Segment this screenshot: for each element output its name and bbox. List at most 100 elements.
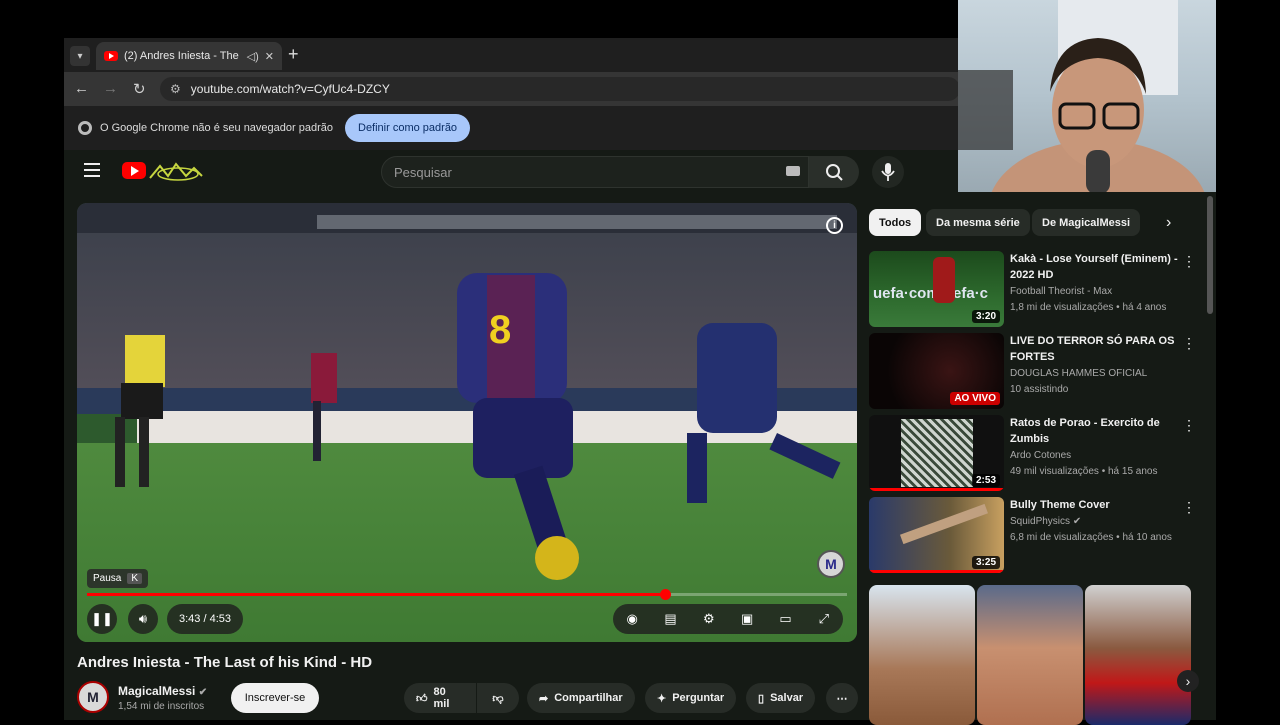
recommendation-title[interactable]: Kakà - Lose Yourself (Eminem) - 2022 HD: [1010, 251, 1190, 283]
short-thumbnail[interactable]: [869, 585, 975, 725]
recommendation-channel[interactable]: Ardo Cotones: [1010, 450, 1071, 461]
channel-avatar[interactable]: M: [77, 681, 109, 713]
recommendation-meta: 10 assistindo: [1010, 384, 1069, 395]
menu-icon[interactable]: [84, 163, 100, 177]
autoplay-toggle-icon[interactable]: ◉: [621, 608, 643, 630]
channel-watermark-icon[interactable]: M: [817, 550, 845, 578]
recommendation-item[interactable]: 3:25 Bully Theme Cover SquidPhysics ✔ 6,…: [869, 497, 1209, 575]
subtitles-icon[interactable]: ▤: [659, 608, 681, 630]
ask-label: Perguntar: [672, 692, 725, 704]
tab-title: (2) Andres Iniesta - The Last of his Kin…: [124, 50, 241, 62]
webcam-overlay: [958, 0, 1216, 192]
settings-icon[interactable]: ⚙: [698, 608, 720, 630]
microphone-icon: [881, 163, 895, 181]
cast-icon[interactable]: ▭: [774, 608, 796, 630]
youtube-favicon-icon: [104, 51, 118, 61]
voice-search-button[interactable]: [872, 156, 904, 188]
keyboard-icon[interactable]: [786, 166, 800, 176]
time-text: 3:43 / 4:53: [179, 613, 231, 625]
progress-bar[interactable]: [87, 589, 847, 600]
thumbs-down-icon: 👎︎: [492, 692, 504, 705]
recommendation-meta: 6,8 mi de visualizações • há 10 anos: [1010, 532, 1172, 543]
subscribe-button[interactable]: Inscrever-se: [231, 683, 319, 713]
chip-channel[interactable]: De MagicalMessi: [1032, 209, 1141, 236]
short-thumbnail[interactable]: [1085, 585, 1191, 725]
sidebar-scrollbar[interactable]: [1207, 196, 1213, 314]
forward-icon[interactable]: →: [103, 80, 118, 97]
recommendation-channel-text: SquidPhysics: [1010, 516, 1071, 527]
recommendation-title[interactable]: Ratos de Porao - Exercito de Zumbis: [1010, 415, 1190, 447]
more-options-icon[interactable]: ⋮: [1182, 253, 1196, 270]
pause-button[interactable]: ❚❚: [87, 604, 117, 634]
more-options-icon[interactable]: ⋮: [1182, 335, 1196, 352]
chip-same-series[interactable]: Da mesma série: [926, 209, 1030, 236]
video-thumbnail[interactable]: uefa·com uefa·c 3:20: [869, 251, 1004, 327]
subscriber-count: 1,54 mi de inscritos: [118, 701, 205, 712]
chrome-icon: [78, 121, 92, 135]
recommendation-item[interactable]: 2:53 Ratos de Porao - Exercito de Zumbis…: [869, 415, 1209, 493]
ask-button[interactable]: ✦ Perguntar: [645, 683, 737, 713]
chips-next-icon[interactable]: ›: [1166, 214, 1171, 232]
miniplayer-icon[interactable]: ▣: [736, 608, 758, 630]
sparkle-icon: ✦: [657, 692, 667, 705]
dislike-button[interactable]: 👎︎: [477, 683, 519, 713]
more-options-icon[interactable]: ⋮: [1182, 499, 1196, 516]
set-default-button[interactable]: Definir como padrão: [345, 114, 471, 142]
chip-all[interactable]: Todos: [869, 209, 922, 236]
browser-tab[interactable]: (2) Andres Iniesta - The Last of his Kin…: [96, 42, 282, 70]
back-icon[interactable]: ←: [74, 80, 89, 97]
search-placeholder: Pesquisar: [394, 164, 452, 180]
search-button[interactable]: [809, 156, 859, 188]
share-button[interactable]: ➦ Compartilhar: [527, 683, 635, 713]
recommendation-title[interactable]: Bully Theme Cover: [1010, 497, 1190, 513]
recommendation-channel[interactable]: DOUGLAS HAMMES OFICIAL: [1010, 368, 1147, 379]
video-title: Andres Iniesta - The Last of his Kind - …: [77, 654, 373, 671]
address-bar[interactable]: ⚙ youtube.com/watch?v=CyfUc4-DZCY: [160, 77, 960, 101]
recommendation-channel[interactable]: Football Theorist - Max: [1010, 286, 1112, 297]
recommendation-meta: 49 mil visualizações • há 15 anos: [1010, 466, 1158, 477]
verified-icon: ✔: [198, 687, 208, 698]
recommendation-item[interactable]: uefa·com uefa·c 3:20 Kakà - Lose Yoursel…: [869, 251, 1209, 329]
fullscreen-icon[interactable]: ⤢: [813, 608, 835, 630]
new-tab-icon[interactable]: +: [288, 44, 299, 65]
video-info-icon[interactable]: i: [826, 217, 843, 234]
recommendation-item[interactable]: AO VIVO LIVE DO TERROR SÓ PARA OS FORTES…: [869, 333, 1209, 411]
volume-icon: 🔊︎: [138, 611, 148, 626]
bookmark-icon: ▯: [758, 692, 765, 705]
share-icon: ➦: [539, 692, 549, 705]
thumbs-up-icon: 👍︎: [416, 692, 428, 705]
channel-name[interactable]: MagicalMessi ✔: [118, 684, 207, 698]
recommendation-title[interactable]: LIVE DO TERROR SÓ PARA OS FORTES: [1010, 333, 1190, 365]
recommendation-channel[interactable]: SquidPhysics ✔: [1010, 516, 1081, 527]
video-player[interactable]: 8 i M Pausa K ❚❚ 🔊︎ 3:43 / 4:53 ◉ ▤ ⚙ ▣ …: [77, 203, 857, 642]
progress-scrubber[interactable]: [659, 589, 671, 600]
live-badge: AO VIVO: [950, 392, 1000, 405]
tooltip-key: K: [127, 573, 143, 584]
search-input[interactable]: Pesquisar: [381, 156, 809, 188]
duration-badge: 2:53: [971, 474, 1000, 487]
tab-search-icon[interactable]: ▾: [70, 46, 90, 66]
progress-fill: [87, 593, 665, 596]
like-button[interactable]: 👍︎ 80 mil: [404, 683, 476, 713]
more-options-icon[interactable]: ⋮: [1182, 417, 1196, 434]
short-thumbnail[interactable]: [977, 585, 1083, 725]
reload-icon[interactable]: ↻: [133, 80, 146, 98]
search-icon: [826, 164, 843, 181]
verified-icon: ✔: [1072, 516, 1082, 527]
shorts-next-icon[interactable]: ›: [1177, 670, 1199, 692]
more-actions-button[interactable]: ⋯: [826, 683, 858, 713]
video-frame: 8: [77, 203, 857, 642]
right-controls: ◉ ▤ ⚙ ▣ ▭ ⤢: [613, 604, 843, 634]
video-thumbnail[interactable]: AO VIVO: [869, 333, 1004, 409]
youtube-logo-icon[interactable]: [122, 162, 146, 179]
volume-button[interactable]: 🔊︎: [128, 604, 158, 634]
doodle-logo-icon[interactable]: [148, 160, 204, 182]
video-thumbnail[interactable]: 2:53: [869, 415, 1004, 491]
mute-tab-icon[interactable]: ◁): [247, 50, 259, 63]
close-tab-icon[interactable]: ✕: [265, 50, 274, 63]
video-thumbnail[interactable]: 3:25: [869, 497, 1004, 573]
site-info-icon[interactable]: ⚙: [170, 82, 181, 96]
save-button[interactable]: ▯ Salvar: [746, 683, 816, 713]
channel-name-text: MagicalMessi: [118, 684, 196, 698]
url-text: youtube.com/watch?v=CyfUc4-DZCY: [190, 82, 390, 96]
